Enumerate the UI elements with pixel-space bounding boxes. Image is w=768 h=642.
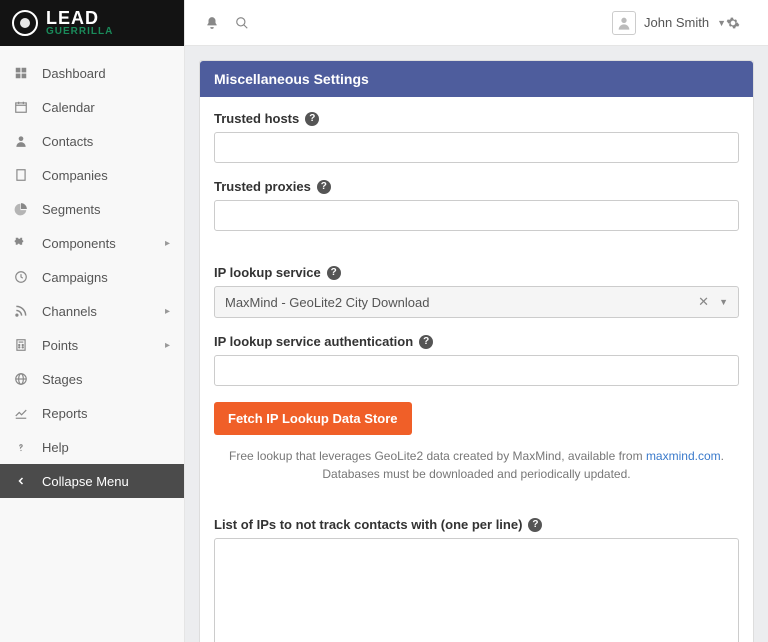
trusted-proxies-input[interactable] — [214, 200, 739, 231]
sidebar-item-dashboard[interactable]: Dashboard — [0, 56, 184, 90]
sidebar-item-reports[interactable]: Reports — [0, 396, 184, 430]
logo[interactable]: LEAD GUERRILLA — [0, 0, 184, 46]
sidebar-item-calendar[interactable]: Calendar — [0, 90, 184, 124]
gear-icon — [726, 16, 756, 30]
content-area: Miscellaneous Settings Trusted hosts ? T… — [185, 46, 768, 642]
logo-sub: GUERRILLA — [46, 27, 113, 37]
sidebar-item-label: Channels — [42, 304, 97, 319]
caret-down-icon: ▼ — [717, 18, 726, 28]
sidebar-item-companies[interactable]: Companies — [0, 158, 184, 192]
sidebar-item-channels[interactable]: Channels ▸ — [0, 294, 184, 328]
notifications-button[interactable] — [197, 8, 227, 38]
clear-icon[interactable]: ✕ — [698, 294, 709, 310]
sidebar: LEAD GUERRILLA Dashboard Calendar Contacts… — [0, 0, 185, 642]
collapse-menu-label: Collapse Menu — [42, 474, 129, 489]
chevron-right-icon: ▸ — [165, 340, 170, 351]
ips-no-track-textarea[interactable] — [214, 538, 739, 642]
avatar-icon — [612, 11, 636, 35]
sidebar-item-points[interactable]: Points ▸ — [0, 328, 184, 362]
calendar-icon — [14, 100, 28, 114]
ip-lookup-auth-label: IP lookup service authentication — [214, 334, 413, 349]
globe-icon — [14, 372, 28, 386]
ip-lookup-select[interactable]: MaxMind - GeoLite2 City Download ✕ ▼ — [214, 286, 739, 318]
building-icon — [14, 168, 28, 182]
calculator-icon — [14, 338, 28, 352]
fetch-ip-lookup-button[interactable]: Fetch IP Lookup Data Store — [214, 402, 412, 435]
ip-lookup-selected: MaxMind - GeoLite2 City Download — [225, 295, 429, 310]
puzzle-icon — [14, 236, 28, 250]
main: John Smith ▼ Miscellaneous Settings Trus… — [185, 0, 768, 642]
sidebar-item-label: Reports — [42, 406, 88, 421]
trusted-proxies-label: Trusted proxies — [214, 179, 311, 194]
sidebar-item-label: Segments — [42, 202, 101, 217]
sidebar-item-help[interactable]: Help — [0, 430, 184, 464]
trusted-hosts-input[interactable] — [214, 132, 739, 163]
dashboard-icon — [14, 66, 28, 80]
sidebar-item-stages[interactable]: Stages — [0, 362, 184, 396]
sidebar-nav: Dashboard Calendar Contacts Companies Segmen… — [0, 46, 184, 642]
sidebar-item-label: Contacts — [42, 134, 93, 149]
help-icon[interactable]: ? — [528, 518, 542, 532]
sidebar-item-label: Stages — [42, 372, 82, 387]
chevron-left-icon — [14, 474, 28, 488]
help-icon[interactable]: ? — [305, 112, 319, 126]
chevron-right-icon: ▸ — [165, 238, 170, 249]
clock-icon — [14, 270, 28, 284]
chevron-right-icon: ▸ — [165, 306, 170, 317]
collapse-menu-button[interactable]: Collapse Menu — [0, 464, 184, 498]
help-icon[interactable]: ? — [327, 266, 341, 280]
sidebar-item-segments[interactable]: Segments — [0, 192, 184, 226]
user-menu[interactable]: John Smith ▼ — [612, 11, 726, 35]
help-icon[interactable]: ? — [419, 335, 433, 349]
sidebar-item-components[interactable]: Components ▸ — [0, 226, 184, 260]
trusted-hosts-label: Trusted hosts — [214, 111, 299, 126]
user-icon — [14, 134, 28, 148]
question-icon — [14, 440, 28, 454]
chevron-down-icon: ▼ — [719, 297, 728, 307]
panel-title: Miscellaneous Settings — [200, 61, 753, 97]
ips-no-track-label: List of IPs to not track contacts with (… — [214, 517, 522, 532]
ip-lookup-label: IP lookup service — [214, 265, 321, 280]
ip-lookup-auth-input[interactable] — [214, 355, 739, 386]
topbar: John Smith ▼ — [185, 0, 768, 46]
sidebar-item-campaigns[interactable]: Campaigns — [0, 260, 184, 294]
logo-main: LEAD — [46, 9, 113, 27]
sidebar-item-contacts[interactable]: Contacts — [0, 124, 184, 158]
sidebar-item-label: Components — [42, 236, 116, 251]
rss-icon — [14, 304, 28, 318]
sidebar-item-label: Dashboard — [42, 66, 106, 81]
sidebar-item-label: Points — [42, 338, 78, 353]
help-icon[interactable]: ? — [317, 180, 331, 194]
user-name: John Smith — [644, 15, 709, 30]
settings-button[interactable] — [726, 16, 756, 30]
sidebar-item-label: Companies — [42, 168, 108, 183]
search-icon — [235, 16, 249, 30]
search-button[interactable] — [227, 8, 257, 38]
sidebar-item-label: Campaigns — [42, 270, 108, 285]
bell-icon — [205, 16, 219, 30]
ip-lookup-hint: Free lookup that leverages GeoLite2 data… — [214, 447, 739, 483]
sidebar-item-label: Calendar — [42, 100, 95, 115]
maxmind-link[interactable]: maxmind.com — [646, 449, 721, 463]
pie-icon — [14, 202, 28, 216]
settings-panel: Miscellaneous Settings Trusted hosts ? T… — [199, 60, 754, 642]
sidebar-item-label: Help — [42, 440, 69, 455]
chart-icon — [14, 406, 28, 420]
logo-icon — [12, 10, 38, 36]
